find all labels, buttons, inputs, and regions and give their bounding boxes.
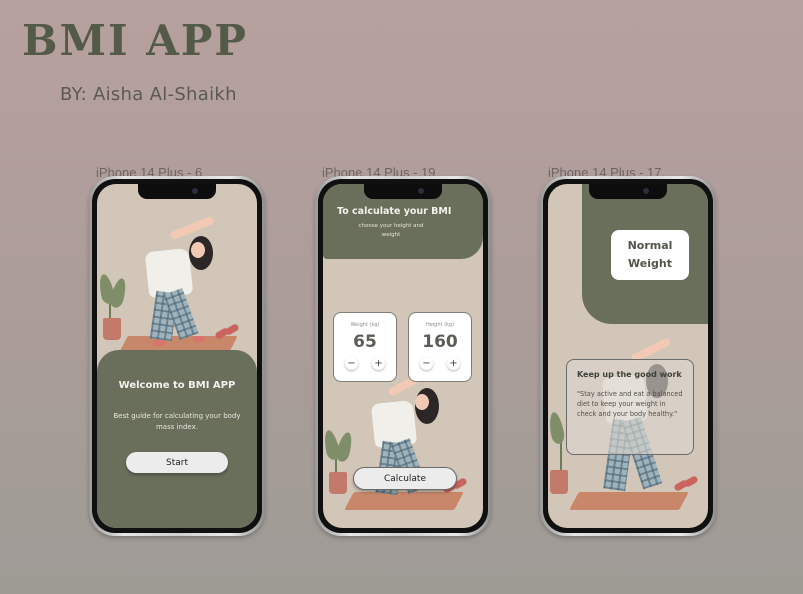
calculate-title: To calculate your BMI [337, 206, 452, 217]
result-screen: Normal Weight Keep up the good work "Sta… [548, 184, 708, 528]
height-label: Height (kg) [425, 322, 455, 328]
welcome-card: Welcome to BMI APP Best guide for calcul… [97, 350, 257, 528]
weight-increment-button[interactable]: + [372, 357, 385, 370]
motivation-title: Keep up the good work [577, 370, 682, 379]
calculate-subtitle: choose your height and weight [358, 223, 424, 238]
weight-value: 65 [353, 332, 377, 352]
app-title: BMI APP [22, 16, 249, 65]
phone-notch [364, 184, 442, 199]
height-decrement-button[interactable]: − [420, 357, 433, 370]
welcome-subtitle: Best guide for calculating your body mas… [113, 412, 241, 431]
weight-label: Weight (kg) [350, 322, 380, 328]
phone-result: Normal Weight Keep up the good work "Sta… [540, 176, 716, 536]
calculate-screen: To calculate your BMI choose your height… [323, 184, 483, 528]
phone-welcome: Welcome to BMI APP Best guide for calcul… [89, 176, 265, 536]
weight-decrement-button[interactable]: − [345, 357, 358, 370]
height-increment-button[interactable]: + [447, 357, 460, 370]
weight-card: Weight (kg) 65 − + [333, 312, 397, 382]
bmi-result-text: Normal Weight [627, 239, 673, 270]
welcome-screen: Welcome to BMI APP Best guide for calcul… [97, 184, 257, 528]
result-badge: Normal Weight [611, 230, 689, 280]
height-value: 160 [422, 332, 458, 352]
phone-notch [138, 184, 216, 199]
welcome-title: Welcome to BMI APP [118, 380, 236, 391]
phone-calculate: To calculate your BMI choose your height… [315, 176, 491, 536]
start-button[interactable]: Start [126, 452, 228, 473]
author-byline: BY: Aisha Al-Shaikh [60, 84, 237, 105]
result-panel: Normal Weight [582, 184, 708, 324]
motivation-body: "Stay active and eat a balanced diet to … [577, 390, 683, 419]
motivation-card: Keep up the good work "Stay active and e… [566, 359, 694, 455]
calculate-button[interactable]: Calculate [353, 467, 457, 490]
height-card: Height (kg) 160 − + [408, 312, 472, 382]
phone-notch [589, 184, 667, 199]
